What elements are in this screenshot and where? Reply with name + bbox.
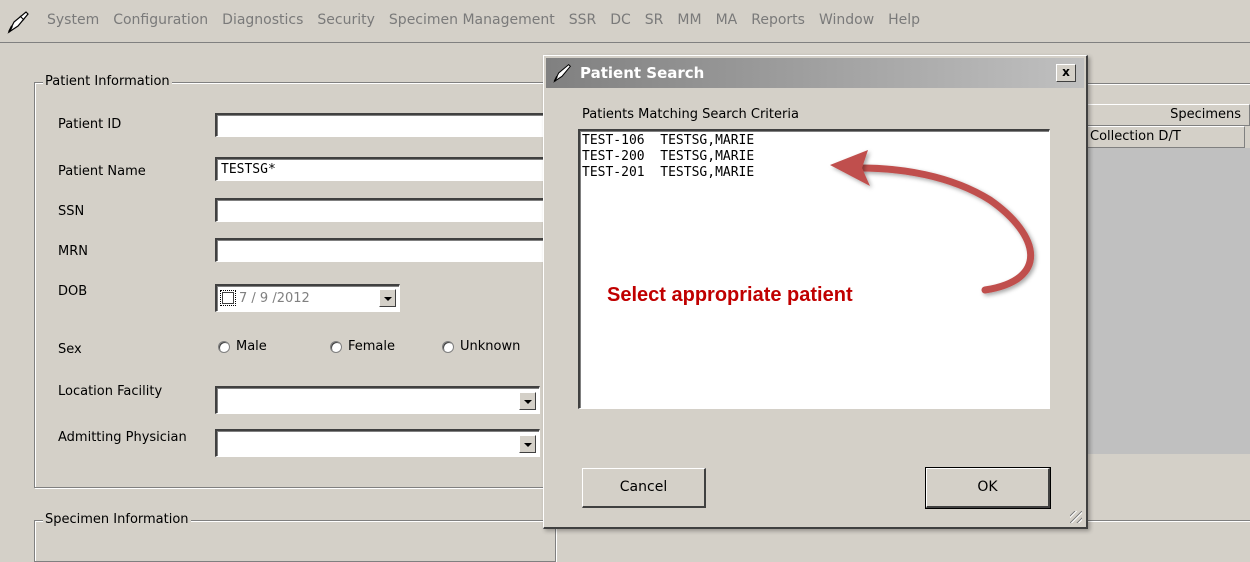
menu-ma[interactable]: MA [709, 12, 745, 28]
specimen-information-title: Specimen Information [43, 512, 191, 527]
ssn-field[interactable] [215, 198, 545, 222]
sex-unknown-label: Unknown [460, 339, 521, 354]
result-name: TESTSG,MARIE [660, 133, 755, 148]
admitting-physician-select[interactable] [215, 429, 540, 457]
sex-label: Sex [58, 342, 82, 357]
menu-items: System Configuration Diagnostics Security Sp… [40, 12, 927, 28]
result-id: TEST-201 [582, 165, 645, 180]
mrn-label: MRN [58, 244, 88, 259]
results-list-label: Patients Matching Search Criteria [582, 107, 799, 122]
patient-name-label: Patient Name [58, 164, 146, 179]
ok-button[interactable]: OK [925, 467, 1051, 509]
menu-reports[interactable]: Reports [744, 12, 812, 28]
location-facility-label: Location Facility [58, 384, 163, 399]
cancel-button[interactable]: Cancel [582, 468, 706, 508]
physician-dropdown-icon[interactable] [519, 435, 536, 453]
menu-system[interactable]: System [40, 12, 106, 28]
patient-information-title: Patient Information [43, 74, 172, 89]
result-id: TEST-200 [582, 149, 645, 164]
patient-id-field[interactable] [215, 113, 545, 137]
location-dropdown-icon[interactable] [519, 392, 536, 410]
specimens-header: Specimens [1085, 104, 1250, 126]
sex-female-radio[interactable]: Female [330, 339, 395, 354]
app-pen-icon [7, 11, 29, 34]
menu-help[interactable]: Help [881, 12, 927, 28]
close-button[interactable]: x [1056, 64, 1076, 82]
red-curved-arrow-icon [830, 150, 1035, 294]
admitting-physician-label: Admitting Physician [58, 430, 187, 445]
menu-configuration[interactable]: Configuration [106, 12, 215, 28]
dob-checkbox[interactable] [220, 290, 236, 306]
menu-window[interactable]: Window [812, 12, 881, 28]
patient-name-field[interactable]: TESTSG* [215, 157, 545, 181]
resize-grip-icon[interactable] [1070, 511, 1082, 523]
close-icon: x [1062, 65, 1070, 79]
menu-bar: System Configuration Diagnostics Security Sp… [0, 0, 1250, 43]
menu-security[interactable]: Security [310, 12, 382, 28]
specimens-grid-body[interactable] [1085, 148, 1250, 454]
specimen-information-group: Specimen Information [34, 512, 556, 562]
menu-ssr[interactable]: SSR [562, 12, 604, 28]
mrn-field[interactable] [215, 238, 545, 262]
result-id: TEST-106 [582, 133, 645, 148]
right-divider-line-top [1085, 83, 1250, 85]
menu-sr[interactable]: SR [638, 12, 671, 28]
dialog-title: Patient Search [580, 64, 705, 82]
collection-dt-label: Collection D/T [1090, 129, 1181, 144]
dob-value: 7 / 9 /2012 [239, 291, 310, 306]
dob-dropdown-icon[interactable] [379, 289, 396, 307]
right-divider-line [1085, 520, 1250, 522]
sex-male-radio[interactable]: Male [218, 339, 267, 354]
dob-label: DOB [58, 284, 88, 299]
radio-icon [442, 340, 454, 353]
sex-unknown-radio[interactable]: Unknown [442, 339, 520, 354]
dob-picker[interactable]: 7 / 9 /2012 [215, 284, 400, 312]
patient-id-label: Patient ID [58, 117, 122, 132]
radio-icon [218, 340, 230, 353]
menu-diagnostics[interactable]: Diagnostics [215, 12, 310, 28]
menu-dc[interactable]: DC [603, 12, 638, 28]
dialog-titlebar[interactable]: Patient Search x [546, 58, 1084, 88]
menu-specimen-management[interactable]: Specimen Management [382, 12, 562, 28]
location-facility-select[interactable] [215, 386, 540, 414]
menu-mm[interactable]: MM [670, 12, 708, 28]
specimens-header-label: Specimens [1170, 107, 1241, 122]
radio-icon [330, 340, 342, 353]
result-name: TESTSG,MARIE [660, 149, 755, 164]
result-name: TESTSG,MARIE [660, 165, 755, 180]
ssn-label: SSN [58, 204, 85, 219]
sex-female-label: Female [348, 339, 396, 354]
collection-dt-column-header[interactable]: Collection D/T [1085, 126, 1245, 148]
dialog-pen-icon [553, 63, 572, 83]
sex-male-label: Male [236, 339, 267, 354]
